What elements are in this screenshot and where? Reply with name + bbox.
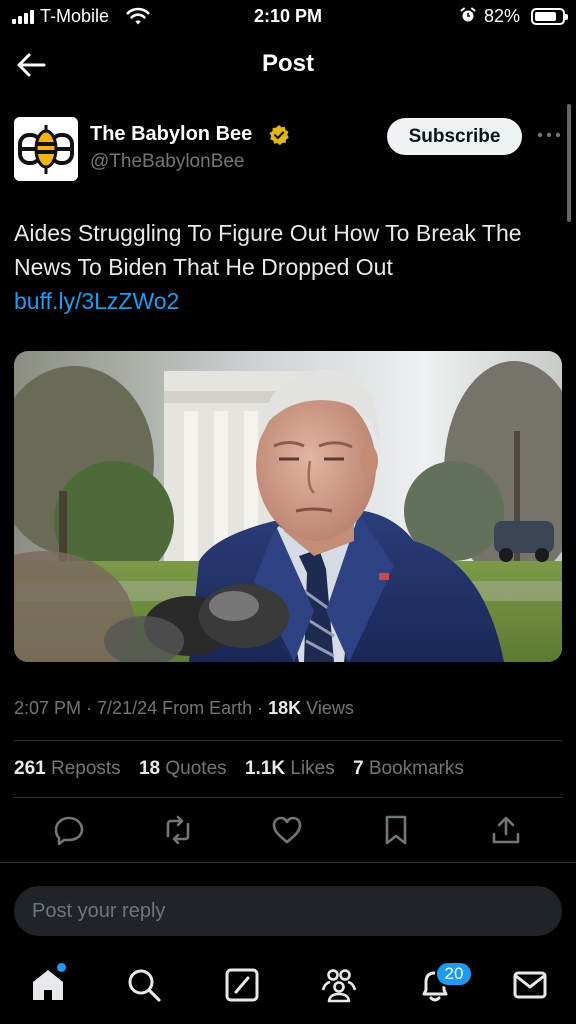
- post-body: Aides Struggling To Figure Out How To Br…: [14, 220, 522, 280]
- scroll-indicator: [567, 104, 571, 222]
- author-avatar[interactable]: [14, 117, 78, 181]
- post-header: Post: [0, 38, 576, 94]
- reposts-label: Reposts: [45, 758, 121, 779]
- post-link[interactable]: buff.ly/3LzZWo2: [14, 288, 179, 314]
- messages-icon[interactable]: [511, 966, 549, 1004]
- bookmarks-label: Bookmarks: [363, 758, 464, 779]
- likes-label: Likes: [285, 758, 335, 779]
- biden-photo-image: [14, 351, 562, 662]
- like-icon[interactable]: [271, 814, 303, 846]
- engagement-stats: 261 Reposts 18 Quotes 1.1K Likes 7 Bookm…: [14, 758, 477, 780]
- home-notification-dot: [57, 963, 66, 972]
- verified-badge-icon: [269, 125, 289, 146]
- quotes-count: 18: [138, 758, 161, 779]
- thread-divider: [0, 862, 576, 863]
- bookmark-icon[interactable]: [380, 814, 412, 846]
- grok-icon[interactable]: [223, 966, 261, 1004]
- reposts-count: 261: [14, 758, 46, 779]
- reply-icon[interactable]: [53, 814, 85, 846]
- share-icon[interactable]: [490, 814, 522, 846]
- timestamp-text: 2:07 PM · 7/21/24 From Earth ·: [14, 698, 269, 718]
- page-title: Post: [261, 50, 314, 77]
- stats-divider-bottom: [14, 797, 562, 798]
- bookmarks-count: 7: [353, 758, 364, 779]
- likes-stat[interactable]: 1.1K Likes: [245, 758, 335, 779]
- communities-icon[interactable]: [320, 966, 358, 1004]
- reply-input[interactable]: [14, 886, 562, 936]
- likes-count: 1.1K: [244, 758, 286, 779]
- views-count: 18K: [268, 698, 302, 718]
- alarm-icon: [460, 7, 476, 22]
- views-label: Views: [301, 698, 354, 718]
- post-timestamp: 2:07 PM · 7/21/24 From Earth · 18K Views: [14, 698, 354, 719]
- search-icon[interactable]: [125, 966, 163, 1004]
- author-display-name[interactable]: The Babylon Bee: [90, 123, 252, 146]
- author-handle[interactable]: @TheBabylonBee: [90, 151, 245, 173]
- stats-divider-top: [14, 740, 562, 741]
- quotes-stat[interactable]: 18 Quotes: [139, 758, 227, 779]
- battery-percentage: 82%: [484, 6, 521, 26]
- post-image[interactable]: [14, 351, 562, 662]
- status-bar: T-Mobile 2:10 PM 82%: [0, 0, 576, 34]
- battery-icon: [531, 8, 568, 25]
- more-options-icon[interactable]: [536, 122, 562, 148]
- babylon-bee-logo-icon: [14, 117, 78, 181]
- repost-icon[interactable]: [162, 814, 194, 846]
- reposts-stat[interactable]: 261 Reposts: [14, 758, 121, 779]
- bookmarks-stat[interactable]: 7 Bookmarks: [353, 758, 464, 779]
- quotes-label: Quotes: [160, 758, 227, 779]
- notifications-badge: 20: [435, 961, 473, 987]
- post-text: Aides Struggling To Figure Out How To Br…: [14, 216, 562, 318]
- subscribe-button[interactable]: Subscribe: [387, 118, 522, 155]
